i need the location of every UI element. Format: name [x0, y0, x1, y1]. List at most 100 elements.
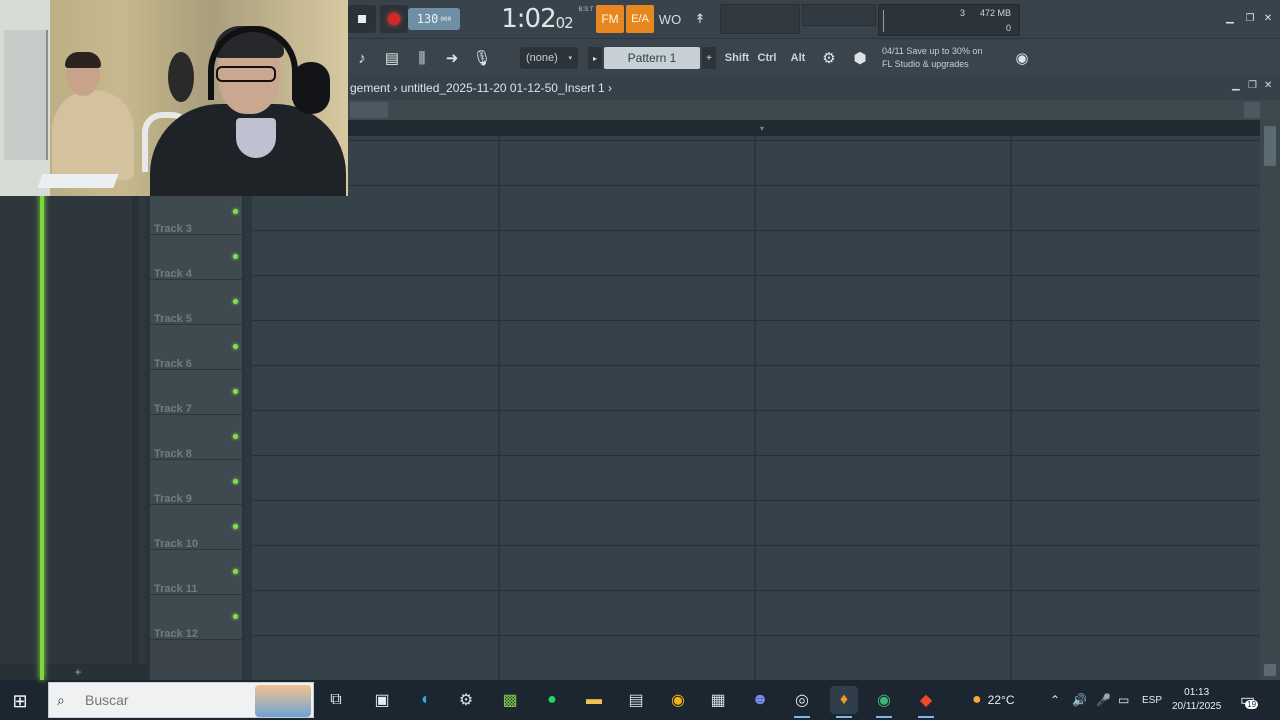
search-input[interactable]: [85, 692, 245, 708]
track-header[interactable]: Track 9: [150, 460, 242, 505]
metronome-button[interactable]: FM: [596, 5, 624, 33]
document-icon[interactable]: ▤: [622, 686, 650, 714]
song-position[interactable]: 1:02 02: [496, 2, 578, 36]
track-mute-led-icon[interactable]: [233, 209, 238, 214]
track-mute-led-icon[interactable]: [233, 524, 238, 529]
track-header[interactable]: Track 10: [150, 505, 242, 550]
track-header[interactable]: Track 3: [150, 190, 242, 235]
minimize-icon[interactable]: ▁: [1222, 10, 1238, 26]
tempo-display[interactable]: 130 000: [408, 8, 460, 30]
channel-rack-icon[interactable]: ➜: [440, 43, 464, 73]
close-icon[interactable]: ✕: [1260, 10, 1276, 26]
wait-input-button[interactable]: E/A: [626, 5, 654, 33]
notepad-icon[interactable]: ▣: [368, 686, 396, 714]
track-mute-led-icon[interactable]: [233, 434, 238, 439]
task-view-icon[interactable]: ⧉: [322, 686, 350, 714]
file-explorer-icon[interactable]: ▬: [580, 686, 608, 714]
restore-icon[interactable]: ❐: [1242, 10, 1258, 26]
picker-add-button[interactable]: +: [0, 664, 146, 680]
track-header[interactable]: Track 7: [150, 370, 242, 415]
control-panel-icon[interactable]: ▦: [704, 686, 732, 714]
add-pattern-button[interactable]: +: [702, 47, 716, 69]
track-header[interactable]: Track 4: [150, 235, 242, 280]
memory-text: 472 MB: [979, 7, 1011, 18]
tray-chevron-icon[interactable]: ⌃: [1050, 680, 1060, 720]
news-panel[interactable]: 04/11 Save up to 30% on FL Studio & upgr…: [882, 45, 1014, 71]
picker-divider[interactable]: [132, 196, 138, 664]
playlist-titlebar[interactable]: gement › untitled_2025-11-20 01-12-50_In…: [348, 76, 1280, 100]
shift-key-button[interactable]: Shift: [724, 43, 750, 73]
poly-value: 0: [1005, 22, 1011, 33]
chrome-profile-icon[interactable]: ◉: [870, 686, 898, 718]
image-line-logo-icon[interactable]: ⬢: [848, 43, 872, 73]
network-icon[interactable]: ▭: [1118, 680, 1129, 720]
scrollbar-bottom-thumb[interactable]: [1264, 664, 1276, 676]
track-mute-led-icon[interactable]: [233, 299, 238, 304]
track-mute-led-icon[interactable]: [233, 344, 238, 349]
playlist-snap-button[interactable]: [350, 102, 388, 118]
notification-center-icon[interactable]: ▭ 19: [1240, 680, 1259, 720]
alt-key-button[interactable]: Alt: [786, 43, 810, 73]
record-button[interactable]: [380, 5, 408, 33]
fl-studio-icon[interactable]: ♦: [830, 686, 858, 718]
notification-count: 19: [1245, 699, 1259, 709]
mixer-icon[interactable]: ⫼: [410, 43, 434, 73]
playlist-minimize-icon[interactable]: ▁: [1232, 80, 1240, 91]
playlist-close-icon[interactable]: ✕: [1264, 80, 1272, 91]
piano-roll-icon[interactable]: ▤: [380, 43, 404, 73]
countdown-button[interactable]: WO: [656, 5, 684, 33]
volume-icon[interactable]: 🔊: [1072, 680, 1087, 720]
xbox-icon[interactable]: ▩: [496, 686, 524, 714]
stop-button[interactable]: [348, 5, 376, 33]
track-mute-led-icon[interactable]: [233, 389, 238, 394]
timeline-ruler[interactable]: ▾: [348, 120, 1260, 136]
windows-start-icon[interactable]: ⊞: [8, 690, 32, 712]
track-mute-led-icon[interactable]: [233, 569, 238, 574]
brave-icon[interactable]: ◆: [912, 686, 940, 718]
loop-record-button[interactable]: ↟: [686, 5, 714, 33]
track-mute-led-icon[interactable]: [233, 254, 238, 259]
online-icon[interactable]: ◉: [1012, 47, 1032, 69]
track-mute-led-icon[interactable]: [233, 614, 238, 619]
clock-time: 01:13: [1184, 687, 1210, 698]
screen: 130 000 1:02 02 B:S:T FM E/A WO ↟ 3 472 MB…: [0, 0, 1280, 720]
discord-icon[interactable]: ☻: [746, 686, 774, 714]
pattern-prev-arrow[interactable]: ▸: [588, 47, 602, 69]
ctrl-key-button[interactable]: Ctrl: [754, 43, 780, 73]
obs-icon[interactable]: ◎: [788, 686, 816, 718]
clock-date: 20/11/2025: [1172, 701, 1222, 712]
weather-widget[interactable]: ● 22°C: [972, 680, 1014, 720]
news-line-2: FL Studio & upgrades: [882, 59, 969, 69]
pattern-selector[interactable]: Pattern 1: [604, 47, 700, 69]
scrollbar-thumb[interactable]: [1264, 126, 1276, 166]
vertical-scrollbar[interactable]: [1260, 120, 1280, 680]
track-header[interactable]: Track 5: [150, 280, 242, 325]
steam-icon[interactable]: ⚙: [452, 686, 480, 714]
playlist-grid[interactable]: ▾: [244, 120, 1260, 680]
playlist-subtoolbar: [348, 100, 1280, 120]
cpu-monitor[interactable]: 3 472 MB 0: [878, 4, 1020, 36]
webcam-person-background: [52, 90, 134, 180]
edge-icon[interactable]: ◐: [412, 686, 440, 714]
playlist-zoom-button[interactable]: [1244, 102, 1260, 118]
playlist-restore-icon[interactable]: ❐: [1248, 80, 1257, 91]
track-header[interactable]: Track 6: [150, 325, 242, 370]
track-header[interactable]: Track 11: [150, 550, 242, 595]
track-headers: Track 3 Track 4 Track 5 Track 6 Track 7 Track…: [150, 190, 242, 680]
track-name: Track 5: [154, 313, 192, 325]
mic-tray-icon[interactable]: 🎤: [1096, 680, 1111, 720]
track-mute-led-icon[interactable]: [233, 479, 238, 484]
clock[interactable]: 01:13 20/11/2025: [1172, 680, 1221, 720]
taskbar-search[interactable]: ⌕: [48, 682, 314, 718]
chrome-icon[interactable]: ◉: [664, 686, 692, 714]
microphone-icon[interactable]: 🎙: [470, 43, 494, 73]
playlist-icon[interactable]: ♪: [350, 43, 374, 73]
spotify-icon[interactable]: ●: [538, 686, 566, 714]
track-header[interactable]: Track 8: [150, 415, 242, 460]
pattern-none-select[interactable]: (none) ▾: [520, 47, 578, 69]
language-indicator[interactable]: ESP: [1142, 680, 1162, 720]
track-header[interactable]: Track 12: [150, 595, 242, 640]
record-audio-icon[interactable]: ⚙: [816, 43, 842, 73]
track-lanes[interactable]: [244, 136, 1260, 680]
time-format-label: B:S:T: [578, 7, 594, 13]
